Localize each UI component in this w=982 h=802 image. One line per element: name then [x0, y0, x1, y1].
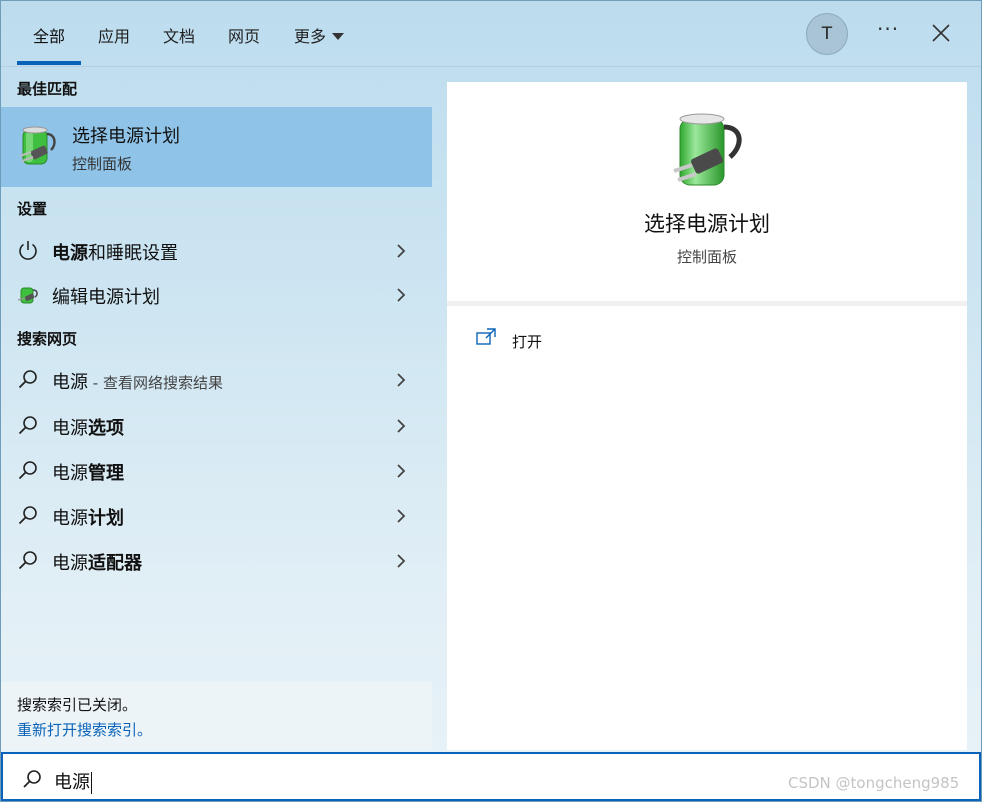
tab-more[interactable]: 更多	[294, 23, 345, 47]
reopen-index-link[interactable]: 重新打开搜索索引。	[17, 719, 152, 740]
search-input[interactable]: 电源	[54, 768, 92, 794]
search-icon	[18, 461, 37, 480]
tab-documents[interactable]: 文档	[163, 23, 195, 47]
best-match-title: 选择电源计划	[72, 126, 180, 147]
web-item-label: 电源管理	[52, 463, 124, 484]
settings-heading: 设置	[17, 200, 48, 218]
chevron-down-icon	[332, 33, 345, 40]
web-item-5[interactable]: 电源适配器	[1, 539, 432, 583]
settings-item-label: 编辑电源计划	[52, 287, 160, 308]
battery-plug-icon	[19, 126, 56, 165]
top-bar: 全部 应用 文档 网页 更多 T ···	[1, 1, 981, 67]
tab-all[interactable]: 全部	[33, 23, 65, 47]
search-icon	[18, 551, 37, 570]
best-match-item[interactable]	[1, 107, 432, 187]
chevron-right-icon	[397, 509, 406, 523]
search-icon	[18, 370, 37, 389]
search-icon	[23, 770, 41, 788]
chevron-right-icon	[397, 464, 406, 478]
search-window: 全部 应用 文档 网页 更多 T ··· 最佳匹配 选择电源计划 控制面板 设置	[0, 0, 982, 802]
best-match-subtitle: 控制面板	[72, 155, 133, 173]
settings-item-power-sleep[interactable]: 电源和睡眠设置	[1, 229, 432, 273]
battery-plug-icon	[673, 113, 742, 186]
web-item-label: 电源适配器	[52, 553, 142, 574]
tab-apps[interactable]: 应用	[98, 23, 130, 47]
battery-plug-icon	[17, 287, 38, 304]
web-item-label: 电源选项	[52, 418, 124, 439]
detail-divider	[447, 301, 967, 306]
web-item-2[interactable]: 电源选项	[1, 404, 432, 448]
tab-more-label: 更多	[294, 27, 327, 46]
avatar-initial: T	[821, 24, 833, 44]
detail-title: 选择电源计划	[644, 212, 770, 236]
active-tab-indicator	[17, 61, 81, 65]
chevron-right-icon	[397, 554, 406, 568]
web-item-label: 电源计划	[52, 508, 124, 529]
settings-item-label: 电源和睡眠设置	[52, 243, 178, 264]
search-icon	[18, 416, 37, 435]
open-action[interactable]: 打开	[512, 331, 542, 352]
web-item-3[interactable]: 电源管理	[1, 449, 432, 493]
chevron-right-icon	[397, 419, 406, 433]
web-item-1[interactable]: 电源 - 查看网络搜索结果	[1, 358, 432, 402]
close-icon[interactable]	[929, 21, 953, 45]
detail-subtitle: 控制面板	[676, 248, 737, 266]
web-item-4[interactable]: 电源计划	[1, 494, 432, 538]
web-item-label: 电源 - 查看网络搜索结果	[52, 372, 223, 393]
settings-item-edit-plan[interactable]: 编辑电源计划	[1, 273, 432, 317]
search-query: 电源	[54, 772, 90, 793]
chevron-right-icon	[397, 244, 406, 258]
watermark: CSDN @tongcheng985	[788, 774, 960, 792]
best-match-heading: 最佳匹配	[17, 80, 78, 98]
chevron-right-icon	[397, 288, 406, 302]
web-search-heading: 搜索网页	[17, 330, 78, 348]
index-notice-message: 搜索索引已关闭。	[17, 696, 138, 714]
more-options-icon[interactable]: ···	[877, 17, 899, 41]
account-avatar[interactable]: T	[806, 13, 848, 55]
search-icon	[18, 506, 37, 525]
power-icon	[19, 241, 37, 260]
chevron-right-icon	[397, 373, 406, 387]
open-external-icon[interactable]	[476, 328, 496, 346]
tab-web[interactable]: 网页	[228, 23, 260, 47]
text-caret	[91, 772, 92, 794]
